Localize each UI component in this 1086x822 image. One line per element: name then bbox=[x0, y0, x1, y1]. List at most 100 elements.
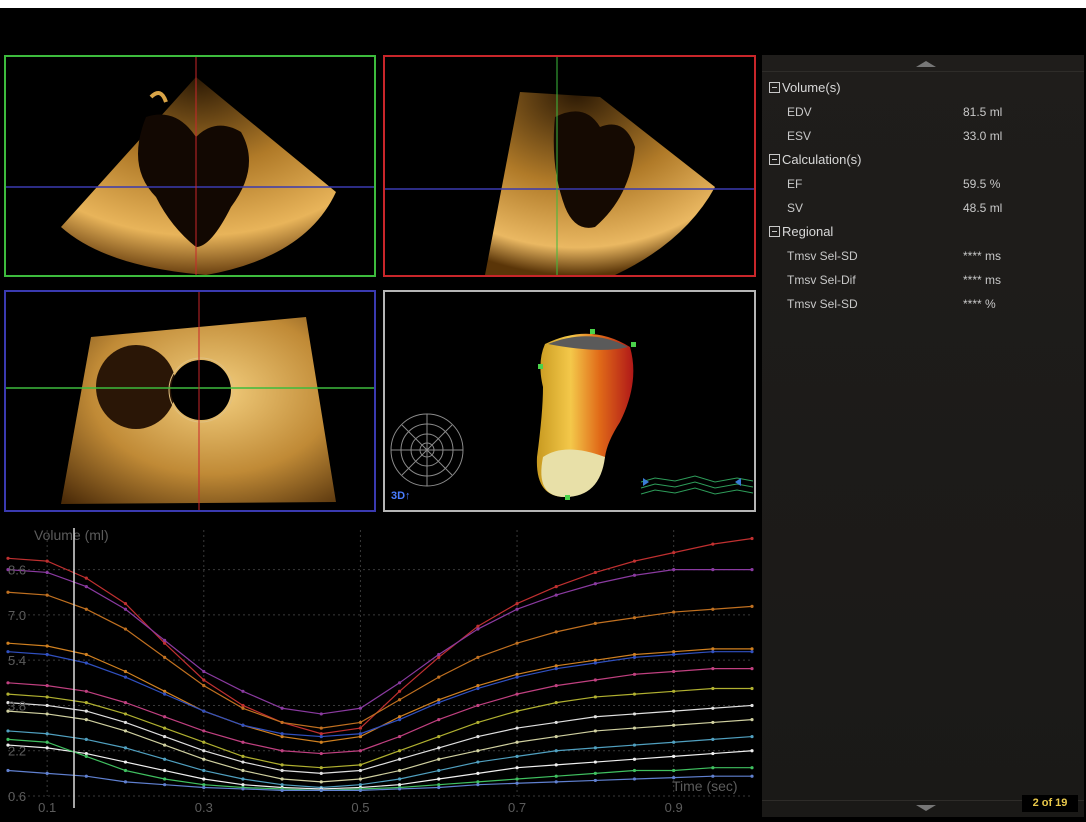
data-point bbox=[397, 698, 402, 702]
data-point bbox=[45, 652, 49, 657]
data-point bbox=[672, 652, 676, 657]
collapse-icon[interactable] bbox=[769, 226, 780, 237]
data-point bbox=[554, 780, 558, 784]
data-point bbox=[397, 681, 402, 685]
section-header[interactable]: Volume(s) bbox=[769, 79, 841, 97]
data-point bbox=[672, 669, 676, 674]
data-point bbox=[45, 746, 49, 750]
data-point bbox=[84, 661, 88, 665]
data-point bbox=[84, 754, 88, 758]
data-point bbox=[6, 556, 10, 560]
data-point bbox=[163, 641, 167, 645]
data-point bbox=[711, 706, 715, 710]
lv-3d-model-view[interactable]: 3D↑ bbox=[383, 290, 756, 512]
data-point bbox=[672, 740, 676, 744]
data-point bbox=[554, 667, 558, 671]
x-tick-label: 0.7 bbox=[508, 800, 526, 815]
result-value: **** % bbox=[963, 297, 996, 311]
section-header[interactable]: Calculation(s) bbox=[769, 151, 861, 169]
data-point bbox=[163, 715, 167, 719]
scroll-up-arrow-icon[interactable] bbox=[916, 61, 936, 67]
apical-4ch-view[interactable] bbox=[4, 55, 376, 277]
data-point bbox=[515, 777, 519, 781]
collapse-icon[interactable] bbox=[769, 82, 780, 93]
top-border bbox=[0, 0, 1086, 8]
result-label: Tmsv Sel-SD bbox=[787, 297, 858, 311]
y-tick-label: 2.2 bbox=[8, 744, 26, 759]
data-point bbox=[358, 732, 363, 736]
data-point bbox=[319, 740, 323, 744]
y-tick-label: 8.6 bbox=[8, 563, 26, 578]
data-point bbox=[593, 771, 597, 775]
data-point bbox=[632, 573, 637, 577]
data-point bbox=[123, 675, 128, 679]
data-point bbox=[397, 749, 402, 753]
echo-image-short-axis bbox=[6, 292, 374, 510]
series-line bbox=[7, 702, 753, 774]
data-point bbox=[45, 593, 49, 597]
data-point bbox=[632, 616, 637, 620]
collapse-icon[interactable] bbox=[769, 154, 780, 165]
data-point bbox=[515, 709, 519, 713]
x-tick-label: 0.5 bbox=[351, 800, 369, 815]
data-point bbox=[319, 732, 323, 736]
data-point bbox=[437, 717, 441, 722]
data-point bbox=[241, 768, 245, 773]
data-point bbox=[593, 661, 597, 665]
data-point bbox=[397, 734, 402, 739]
data-point bbox=[163, 734, 167, 739]
data-point bbox=[319, 788, 323, 792]
page-indicator: 2 of 19 bbox=[1022, 795, 1078, 812]
data-point bbox=[163, 768, 167, 773]
data-point bbox=[241, 760, 245, 764]
data-point bbox=[202, 669, 206, 674]
data-point bbox=[123, 701, 128, 705]
result-row: ESV 33.0 ml bbox=[787, 127, 1067, 145]
data-point bbox=[437, 701, 441, 705]
data-point bbox=[554, 749, 558, 753]
data-point bbox=[6, 737, 10, 742]
data-point bbox=[554, 664, 558, 668]
data-point bbox=[358, 749, 363, 753]
data-point bbox=[711, 568, 715, 572]
data-point bbox=[84, 701, 88, 705]
data-point bbox=[632, 777, 637, 781]
data-point bbox=[319, 771, 323, 775]
scroll-down-arrow-icon[interactable] bbox=[916, 805, 936, 811]
data-point bbox=[84, 576, 88, 580]
data-point bbox=[515, 781, 519, 785]
data-point bbox=[632, 726, 637, 730]
data-point bbox=[750, 686, 754, 691]
chart-grid bbox=[8, 530, 752, 797]
section-header[interactable]: Regional bbox=[769, 223, 833, 241]
data-point bbox=[711, 650, 715, 654]
data-point bbox=[476, 720, 480, 725]
data-point bbox=[711, 647, 715, 651]
data-point bbox=[123, 627, 128, 631]
data-point bbox=[397, 757, 402, 761]
data-point bbox=[280, 706, 284, 710]
data-point bbox=[358, 777, 363, 781]
result-label: ESV bbox=[787, 129, 812, 143]
data-point bbox=[437, 734, 441, 739]
data-point bbox=[672, 768, 676, 773]
short-axis-view[interactable] bbox=[4, 290, 376, 512]
apical-2ch-view[interactable] bbox=[383, 55, 756, 277]
data-point bbox=[397, 777, 402, 781]
data-point bbox=[280, 749, 284, 753]
data-point bbox=[358, 763, 363, 767]
data-point bbox=[672, 723, 676, 727]
data-point bbox=[280, 763, 284, 767]
data-point bbox=[6, 692, 10, 696]
data-point bbox=[437, 757, 441, 761]
series-line bbox=[7, 569, 752, 715]
data-point bbox=[241, 777, 245, 781]
data-point bbox=[163, 638, 167, 642]
data-point bbox=[437, 746, 441, 750]
series-line bbox=[7, 537, 753, 735]
data-point bbox=[750, 647, 754, 651]
data-point bbox=[515, 766, 519, 770]
view-3d-label: 3D↑ bbox=[391, 490, 411, 502]
data-point bbox=[123, 720, 128, 725]
data-point bbox=[476, 749, 480, 753]
